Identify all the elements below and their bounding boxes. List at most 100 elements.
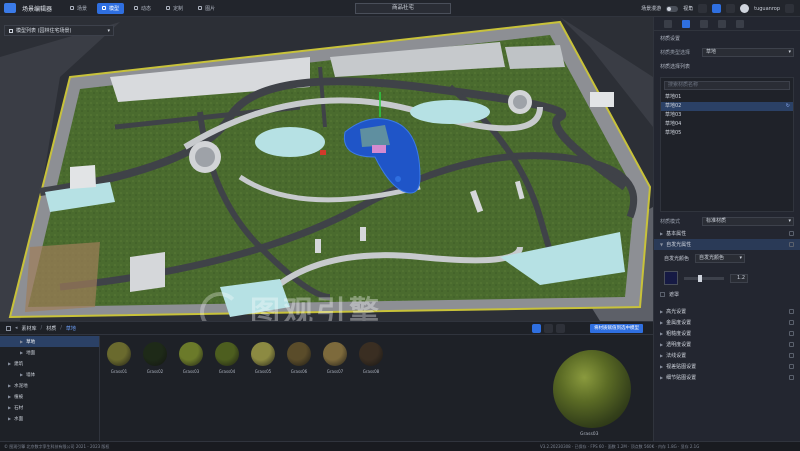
screenshot-icon[interactable] (698, 4, 708, 13)
group-enable-checkbox[interactable] (789, 342, 794, 347)
group-enable-checkbox[interactable] (789, 331, 794, 336)
tree-item[interactable]: ▶ 草地 (0, 336, 99, 347)
material-thumbnail[interactable]: Grass06 (286, 342, 312, 374)
thumb-view-icon[interactable] (544, 324, 553, 333)
slider-knob[interactable] (698, 274, 703, 282)
nav-item-icon (70, 6, 75, 10)
nav-item-label: 场景 (77, 5, 88, 12)
material-name: 草地03 (665, 112, 682, 118)
chevron-right-icon: ▶ (8, 361, 12, 366)
tree-item[interactable]: ▶ 石材 (0, 402, 99, 413)
material-list-item[interactable]: 草地01 (661, 93, 793, 102)
material-sphere-image (179, 342, 203, 366)
tree-item[interactable]: ▶ 水面 (0, 413, 99, 424)
material-thumbnail[interactable]: Grass07 (322, 342, 348, 374)
material-list-item[interactable]: 草地04 (661, 120, 793, 129)
group-enable-checkbox[interactable] (789, 353, 794, 358)
tree-item[interactable]: ▶ 植被 (0, 391, 99, 402)
breadcrumb-mid[interactable]: 材质 (46, 325, 56, 332)
group-enable-checkbox[interactable] (789, 242, 794, 247)
mask-label: 遮罩 (669, 292, 680, 298)
property-group-label: 透明度设置 (666, 342, 692, 348)
grid-view-icon[interactable] (6, 325, 11, 331)
material-search-input[interactable]: 搜索材质名称 (664, 81, 790, 90)
filter-icon[interactable] (556, 324, 565, 333)
property-group[interactable]: ▶ 金属度设置 (654, 317, 800, 328)
property-group[interactable]: ▶ 基本属性 (654, 228, 800, 239)
group-enable-checkbox[interactable] (789, 309, 794, 314)
top-nav-item[interactable]: 模型 (97, 2, 125, 14)
breadcrumb-root[interactable]: 素材库 (22, 325, 37, 332)
back-icon[interactable]: ◂ (15, 325, 18, 331)
top-nav-item[interactable]: 图片 (193, 3, 220, 14)
material-thumbnail[interactable]: Grass03 (178, 342, 204, 374)
tree-item[interactable]: ▶ 建筑 (0, 358, 99, 369)
chevron-right-icon: ▶ (20, 350, 24, 355)
tree-item[interactable]: ▶ 地面 (0, 347, 99, 358)
group-enable-checkbox[interactable] (789, 364, 794, 369)
list-view-icon[interactable] (532, 324, 541, 333)
user-name[interactable]: tuguanrop (754, 6, 780, 12)
emissive-color-select[interactable]: 自发光颜色 (695, 254, 746, 263)
emissive-intensity-input[interactable]: 1.2 (730, 273, 748, 283)
material-thumbnail[interactable]: Grass05 (250, 342, 276, 374)
mask-checkbox[interactable] (660, 292, 665, 297)
material-thumbnail-name: Grass08 (362, 369, 380, 374)
material-list-item[interactable]: 草地03 (661, 111, 793, 120)
3d-viewport[interactable]: 模型列表 (园林住宅场景) ▾ 图观引擎 (0, 17, 653, 321)
tab-object-icon[interactable] (664, 19, 672, 28)
nav-item-icon (102, 6, 107, 10)
property-group-label: 高光设置 (666, 309, 687, 315)
property-group[interactable]: ▶ 法线设置 (654, 350, 800, 361)
settings-icon[interactable] (785, 4, 794, 13)
material-list-item[interactable]: 草地05 (661, 129, 793, 138)
group-enable-checkbox[interactable] (789, 231, 794, 236)
material-category-tree: ▶ 草地 ▶ 地面 ▶ 建筑 ▶ 墙体 ▶ 水泥地 ▶ 植被 ▶ 石材 ▶ 水面 (0, 336, 100, 442)
chevron-right-icon: ▶ (660, 364, 664, 369)
emissive-intensity-slider[interactable] (684, 274, 724, 282)
asset-library-panel: ◂ 素材库 / 材质 / 草地 将材质赋值到选中模型 ▶ 草地 ▶ 地面 ▶ 建筑 ▶ 墙体 ▶… (0, 321, 653, 442)
nav-item-icon (134, 6, 139, 10)
emissive-color-swatch[interactable] (664, 271, 678, 285)
refresh-icon[interactable]: ↻ (786, 102, 790, 111)
tab-material-icon[interactable] (682, 19, 690, 28)
property-group[interactable]: ▶ 细节贴图设置 (654, 372, 800, 383)
property-group[interactable]: ▶ 透明度设置 (654, 339, 800, 350)
property-group[interactable]: ▶ 高光设置 (654, 306, 800, 317)
avatar[interactable] (740, 4, 750, 13)
material-thumbnail[interactable]: Grass02 (142, 342, 168, 374)
chevron-right-icon: ▶ (660, 375, 664, 380)
apply-material-button[interactable]: 将材质赋值到选中模型 (590, 324, 643, 333)
help-icon[interactable] (726, 4, 736, 13)
property-group[interactable]: ▶ 视差贴图设置 (654, 361, 800, 372)
status-bar: © 图观引擎 北京数字孪生科技有限公司 2021 - 2023 版权 V3.2.… (0, 441, 800, 451)
material-thumbnail[interactable]: Grass01 (106, 342, 132, 374)
property-group[interactable]: ▶ 粗糙度设置 (654, 328, 800, 339)
material-type-label: 材质类型选择 (660, 50, 691, 56)
material-type-select[interactable]: 草地 (702, 48, 794, 57)
material-thumbnail[interactable]: Grass04 (214, 342, 240, 374)
top-nav-item[interactable]: 定制 (161, 3, 188, 14)
material-mode-select[interactable]: 标准材质 (702, 217, 794, 226)
material-thumbnail[interactable]: Grass08 (358, 342, 384, 374)
top-nav-item[interactable]: 场景 (65, 3, 92, 14)
layer-select[interactable]: 模型列表 (园林住宅场景) ▾ (4, 25, 114, 36)
property-group[interactable]: ▼ 自发光属性 (654, 239, 800, 250)
tab-light-icon[interactable] (700, 19, 708, 28)
top-nav-item[interactable]: 动态 (129, 3, 156, 14)
group-enable-checkbox[interactable] (789, 375, 794, 380)
nav-item-label: 模型 (109, 5, 120, 12)
material-list: 搜索材质名称 草地01 草地02 ↻ 草地03 草地04 草地05 (660, 77, 794, 212)
group-enable-checkbox[interactable] (789, 320, 794, 325)
top-right-controls: 场景漫游 视角 tuguanrop (641, 0, 800, 17)
tab-effect-icon[interactable] (718, 19, 726, 28)
app-title: 场景编辑器 (22, 5, 53, 13)
tree-item[interactable]: ▶ 墙体 (0, 369, 99, 380)
grid-icon[interactable] (712, 4, 722, 13)
tree-item[interactable]: ▶ 水泥地 (0, 380, 99, 391)
material-list-item[interactable]: 草地02 ↻ (661, 102, 793, 111)
roam-toggle[interactable] (666, 5, 679, 12)
view-label[interactable]: 视角 (683, 5, 693, 12)
tab-layer-icon[interactable] (736, 19, 744, 28)
chevron-down-icon: ▼ (660, 242, 664, 247)
